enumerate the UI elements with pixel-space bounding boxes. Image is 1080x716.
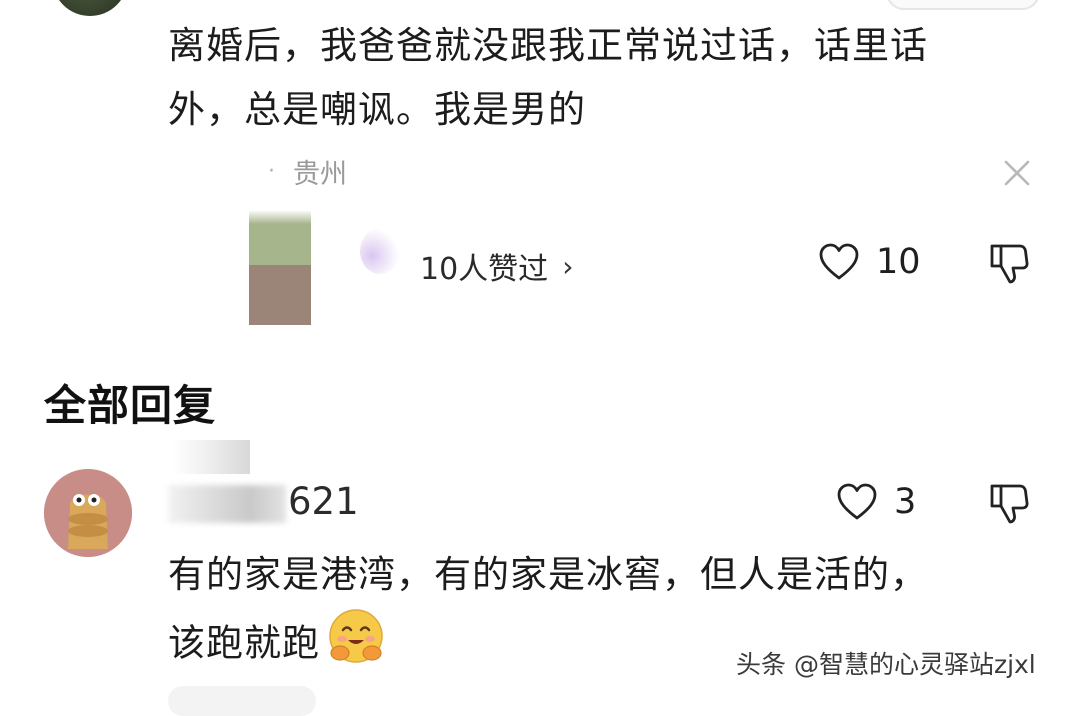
avatar-illustration — [44, 469, 132, 557]
reply-username[interactable]: 621 — [168, 480, 359, 523]
username-visible: 621 — [288, 480, 359, 523]
hug-emoji-icon — [326, 606, 386, 684]
reply-text-line-2: 该跑就跑 — [168, 621, 320, 665]
comment-location: 贵州 — [293, 159, 347, 190]
heart-outline-icon — [837, 483, 877, 520]
liked-by-link[interactable]: 10人赞过 › — [420, 244, 573, 288]
liked-by-label: 10人赞过 — [420, 252, 549, 287]
comment-text-line-1: 离婚后，我爸爸就没跟我正常说过话，话里话 — [168, 24, 928, 67]
comment-like-button[interactable]: 10 — [818, 242, 921, 282]
comment-meta: · 贵州 — [268, 152, 347, 191]
meta-dot: · — [268, 159, 275, 184]
thumbs-down-icon[interactable] — [988, 482, 1030, 526]
reply-text-line-2-wrap: 该跑就跑 — [168, 606, 386, 684]
close-icon[interactable] — [1000, 156, 1034, 190]
chevron-right-icon: › — [562, 249, 574, 283]
watermark: 头条 @智慧的心灵驿站zjxl — [736, 650, 1036, 679]
avatar[interactable] — [44, 469, 132, 557]
thumbs-down-icon[interactable] — [988, 242, 1030, 286]
expand-replies-pill[interactable] — [168, 686, 316, 716]
reply-like-button[interactable]: 3 — [836, 482, 916, 522]
comment-text-line-2: 外，总是嘲讽。我是男的 — [168, 88, 586, 131]
blurred-region — [172, 440, 250, 474]
comment-like-count: 10 — [876, 242, 921, 282]
follow-pill[interactable] — [886, 0, 1040, 10]
blurred-thumbnail — [249, 210, 311, 325]
reply-like-count: 3 — [894, 482, 917, 522]
reply-text-line-1: 有的家是港湾，有的家是冰窖，但人是活的， — [168, 553, 928, 596]
blurred-avatar-stack — [360, 228, 400, 274]
heart-outline-icon — [819, 243, 859, 280]
previous-avatar[interactable] — [52, 0, 128, 16]
username-blur — [168, 484, 286, 523]
all-replies-title: 全部回复 — [44, 381, 217, 430]
